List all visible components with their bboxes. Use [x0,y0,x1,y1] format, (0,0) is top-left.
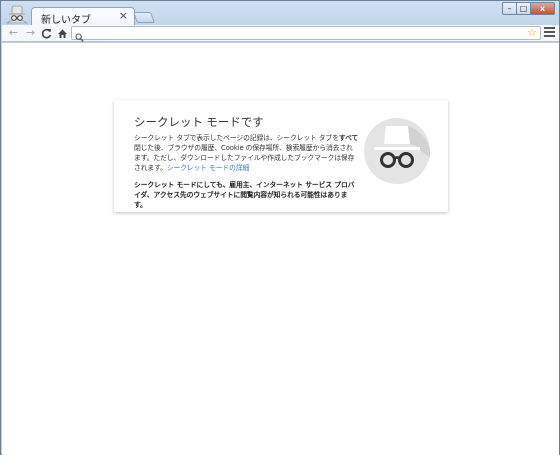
browser-window: 新しいタブ × – □ x ← → ☆ シークレット モードです シークレット … [0,0,560,455]
incognito-avatar-icon [4,3,30,25]
maximize-button[interactable]: □ [517,2,531,15]
incognito-title: シークレット モードです [134,117,264,129]
bookmark-star-icon[interactable]: ☆ [527,26,537,39]
incognito-warning: シークレット モードにしても、雇用主、インターネット サービス プロバイダ、アク… [134,181,355,209]
description-bold: すべて [338,134,359,142]
incognito-description: シークレット タブで表示したページの記録は、シークレット タブをすべて閉じた後、… [134,133,359,173]
learn-more-link[interactable]: シークレット モードの詳細 [167,164,250,172]
description-part-1: シークレット タブで表示したページの記録は、シークレット タブを [134,134,339,142]
home-icon[interactable] [56,26,69,40]
tab-strip: 新しいタブ × – □ x [1,1,559,26]
toolbar: ← → ☆ [2,25,559,43]
close-window-button[interactable]: x [531,2,555,15]
hamburger-menu-icon[interactable] [544,27,555,38]
incognito-spy-icon [364,118,430,184]
forward-arrow-icon[interactable]: → [24,26,37,40]
minimize-button[interactable]: – [502,2,517,15]
incognito-info-card: シークレット モードです シークレット タブで表示したページの記録は、シークレッ… [114,100,448,212]
tab-close-icon[interactable]: × [119,10,128,22]
tab-title: 新しいタブ [41,15,91,26]
page-content: シークレット モードです シークレット タブで表示したページの記録は、シークレッ… [2,43,559,455]
omnibox[interactable]: ☆ [71,26,541,43]
window-controls: – □ x [502,2,555,15]
back-arrow-icon[interactable]: ← [7,26,20,40]
tab-new-tab[interactable]: 新しいタブ × [31,7,135,26]
new-tab-button[interactable] [132,12,156,23]
reload-icon[interactable] [40,26,53,40]
